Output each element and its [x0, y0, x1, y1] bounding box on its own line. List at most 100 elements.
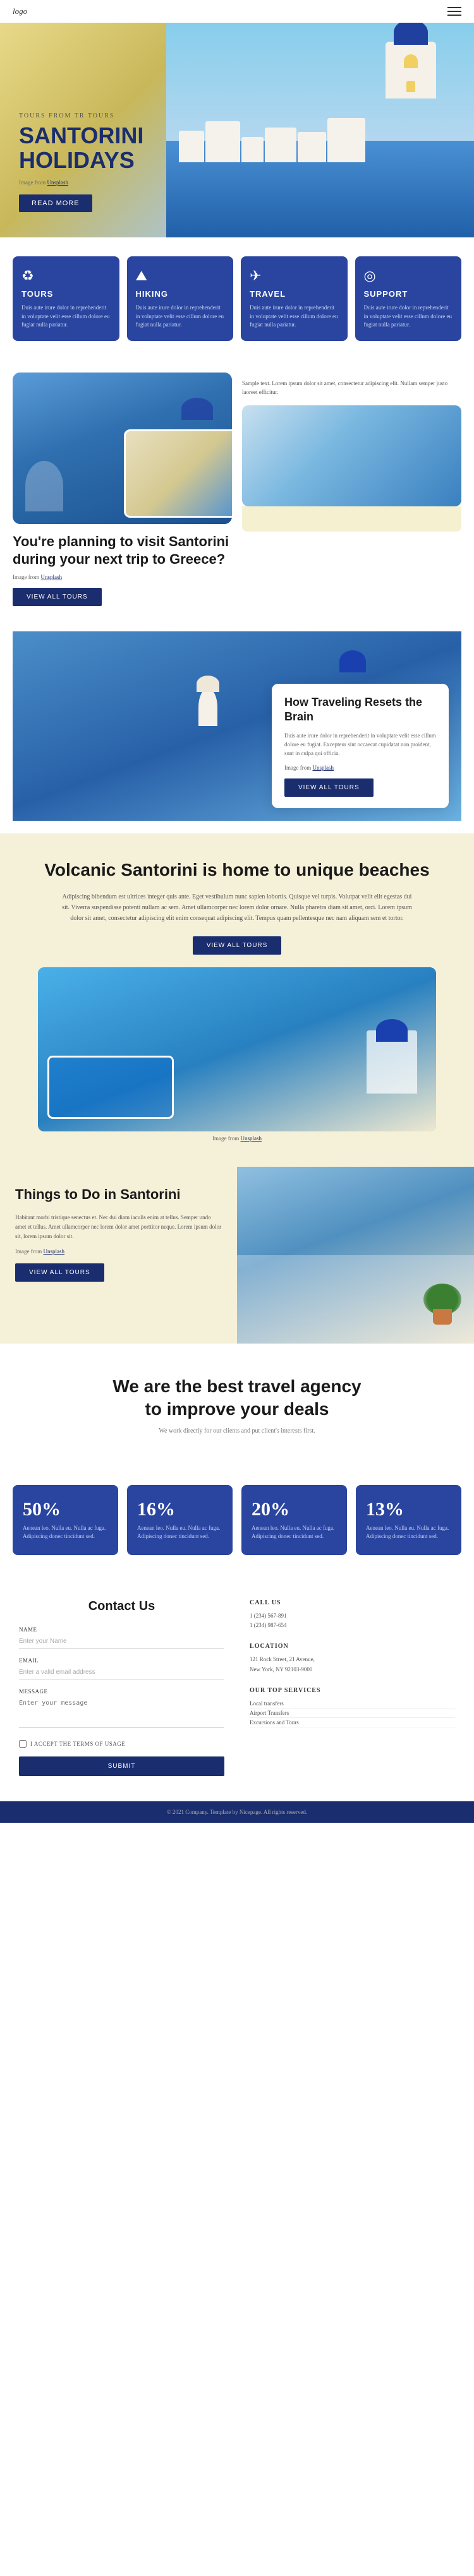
support-icon: ◎	[364, 268, 453, 284]
agency-title: We are the best travel agency to improve…	[38, 1375, 436, 1421]
resets-section: How Traveling Resets the Brain Duis aute…	[13, 631, 461, 821]
stat-text-3: Aenean leo. Nulla eu. Nulla ac fuga. Adi…	[366, 1524, 451, 1541]
header: logo	[0, 0, 474, 23]
planning-image-overlay	[124, 429, 232, 518]
stat-card-0: 50% Aenean leo. Nulla eu. Nulla ac fuga.…	[13, 1485, 118, 1555]
hamburger-menu[interactable]	[447, 7, 461, 16]
service-title-support: SUPPORT	[364, 289, 453, 299]
planning-sample-text: Sample text. Lorem ipsum dolor sit amet,…	[242, 379, 461, 397]
planning-title: You're planning to visit Santorini durin…	[13, 533, 232, 569]
submit-button[interactable]: SUBMIT	[19, 1756, 224, 1776]
contact-section: Contact Us Name Email Message I accept t…	[0, 1574, 474, 1801]
service-card-hiking: ⛰ HIKING Duis aute irure dolor in repreh…	[127, 256, 234, 341]
name-label: Name	[19, 1626, 224, 1633]
stat-number-0: 50%	[23, 1499, 108, 1520]
volcanic-view-tours-button[interactable]: VIEW ALL TOURS	[193, 936, 282, 955]
name-input[interactable]	[19, 1635, 224, 1649]
hero-read-more-button[interactable]: READ MORE	[19, 194, 92, 212]
resets-image-credit: Image from Unsplash	[284, 765, 436, 771]
terms-checkbox-container: I accept the Terms of Usage	[19, 1740, 224, 1748]
hero-image-credit: Image from Unsplash	[19, 179, 143, 186]
agency-section: We are the best travel agency to improve…	[0, 1344, 474, 1485]
service-card-tours: ♻ TOURS Duis aute irure dolor in reprehe…	[13, 256, 119, 341]
terms-checkbox[interactable]	[19, 1740, 27, 1748]
hero-image	[166, 23, 474, 237]
things-view-tours-button[interactable]: VIEW ALL TOURS	[15, 1263, 104, 1282]
stat-number-1: 16%	[137, 1499, 222, 1520]
resets-title: How Traveling Resets the Brain	[284, 695, 436, 725]
stat-card-2: 20% Aenean leo. Nulla eu. Nulla ac fuga.…	[241, 1485, 347, 1555]
things-image	[237, 1167, 474, 1344]
footer: © 2021 Company. Template by Nicepage. Al…	[0, 1801, 474, 1823]
things-section: Things to Do in Santorini Habitant morbi…	[0, 1167, 474, 1344]
stats-grid: 50% Aenean leo. Nulla eu. Nulla ac fuga.…	[0, 1485, 474, 1574]
hero-section: TOURS FROM TR TOURS SANTORINI HOLIDAYS I…	[0, 23, 474, 237]
contact-form-container: Contact Us Name Email Message I accept t…	[13, 1593, 237, 1782]
tours-icon: ♻	[21, 268, 111, 284]
services-title: OUR TOP SERVICES	[250, 1687, 455, 1694]
stat-number-2: 20%	[252, 1499, 337, 1520]
travel-icon: ✈	[250, 268, 339, 284]
contact-info: CALL US 1 (234) 567-891 1 (234) 987-654 …	[237, 1593, 461, 1782]
terms-label: I accept the Terms of Usage	[30, 1741, 125, 1747]
things-left: Things to Do in Santorini Habitant morbi…	[0, 1167, 237, 1344]
stat-number-3: 13%	[366, 1499, 451, 1520]
message-label: Message	[19, 1688, 224, 1695]
resets-card: How Traveling Resets the Brain Duis aute…	[272, 684, 449, 808]
location-title: LOCATION	[250, 1643, 455, 1650]
things-title: Things to Do in Santorini	[15, 1186, 222, 1204]
planning-view-tours-button[interactable]: VIEW ALL TOURS	[13, 588, 102, 606]
planning-right: Sample text. Lorem ipsum dolor sit amet,…	[242, 373, 461, 606]
planning-credit-link[interactable]: Unsplash	[40, 574, 62, 580]
agency-text: We work directly for our clients and put…	[38, 1428, 436, 1434]
planning-section: You're planning to visit Santorini durin…	[0, 360, 474, 619]
location-block: LOCATION 121 Rock Street, 21 Avenue, New…	[250, 1643, 455, 1674]
email-input[interactable]	[19, 1666, 224, 1679]
volcanic-credit-link[interactable]: Unsplash	[240, 1135, 262, 1142]
things-credit-link[interactable]: Unsplash	[43, 1248, 64, 1255]
services-section: ♻ TOURS Duis aute irure dolor in reprehe…	[0, 237, 474, 360]
hiking-icon: ⛰	[136, 268, 225, 284]
things-right	[237, 1167, 474, 1344]
service-title-travel: TRAVEL	[250, 289, 339, 299]
service-title-hiking: HIKING	[136, 289, 225, 299]
resets-view-tours-button[interactable]: VIEW ALL TOURS	[284, 778, 374, 797]
service-text-tours: Duis aute irure dolor in reprehenderit i…	[21, 304, 111, 330]
hero-title: SANTORINI HOLIDAYS	[19, 123, 143, 173]
service-item-0: Local transfers	[250, 1699, 455, 1708]
hero-subtitle: TOURS FROM TR TOURS	[19, 112, 143, 119]
volcanic-section: Volcanic Santorini is home to unique bea…	[0, 833, 474, 1167]
service-text-support: Duis aute irure dolor in reprehenderit i…	[364, 304, 453, 330]
service-item-2: Excursions and Tours	[250, 1718, 455, 1727]
email-label: Email	[19, 1657, 224, 1664]
planning-left: You're planning to visit Santorini durin…	[13, 373, 232, 606]
email-field-container: Email	[19, 1657, 224, 1679]
volcanic-title: Volcanic Santorini is home to unique bea…	[38, 859, 436, 881]
service-item-1: Airport Transfers	[250, 1708, 455, 1718]
contact-title: Contact Us	[19, 1599, 224, 1614]
services-block: OUR TOP SERVICES Local transfers Airport…	[250, 1687, 455, 1727]
service-card-travel: ✈ TRAVEL Duis aute irure dolor in repreh…	[241, 256, 348, 341]
service-title-tours: TOURS	[21, 289, 111, 299]
call-us-block: CALL US 1 (234) 567-891 1 (234) 987-654	[250, 1599, 455, 1631]
volcanic-image-credit: Image from Unsplash	[38, 1135, 436, 1142]
planning-image-credit: Image from Unsplash	[13, 574, 232, 580]
stat-card-1: 16% Aenean leo. Nulla eu. Nulla ac fuga.…	[127, 1485, 233, 1555]
service-text-hiking: Duis aute irure dolor in reprehenderit i…	[136, 304, 225, 330]
address: 121 Rock Street, 21 Avenue, New York, NY…	[250, 1655, 455, 1674]
stat-text-2: Aenean leo. Nulla eu. Nulla ac fuga. Adi…	[252, 1524, 337, 1541]
hero-credit-link[interactable]: Unsplash	[47, 179, 68, 186]
volcanic-image	[38, 967, 436, 1131]
planning-image-main	[13, 373, 232, 524]
things-image-credit: Image from Unsplash	[15, 1248, 222, 1255]
resets-credit-link[interactable]: Unsplash	[312, 765, 334, 771]
things-text: Habitant morbi tristique senectus et. Ne…	[15, 1213, 222, 1242]
stat-text-0: Aenean leo. Nulla eu. Nulla ac fuga. Adi…	[23, 1524, 108, 1541]
stat-text-1: Aenean leo. Nulla eu. Nulla ac fuga. Adi…	[137, 1524, 222, 1541]
call-us-title: CALL US	[250, 1599, 455, 1606]
stat-card-3: 13% Aenean leo. Nulla eu. Nulla ac fuga.…	[356, 1485, 461, 1555]
service-card-support: ◎ SUPPORT Duis aute irure dolor in repre…	[355, 256, 462, 341]
logo: logo	[13, 6, 27, 16]
phone2: 1 (234) 987-654	[250, 1621, 455, 1630]
message-textarea[interactable]	[19, 1696, 224, 1728]
